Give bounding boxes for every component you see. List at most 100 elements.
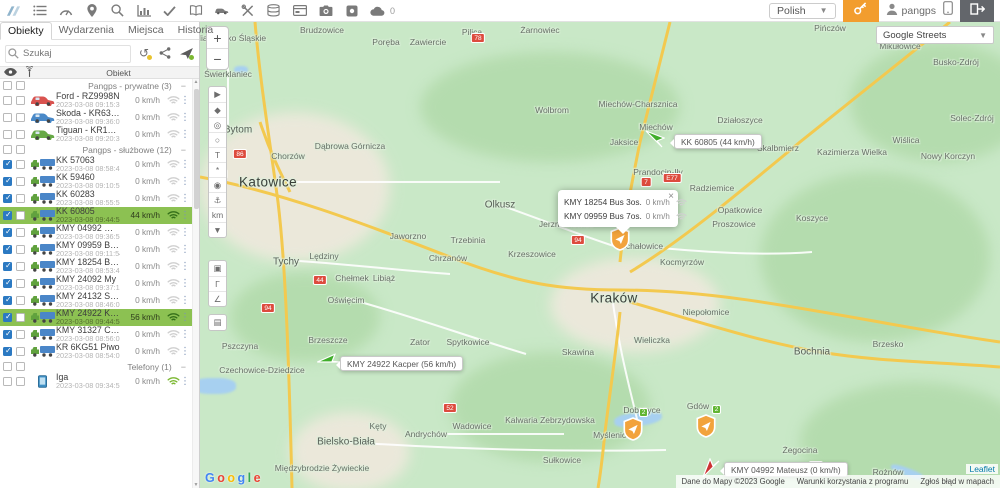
- draw-pin-button[interactable]: ▼: [209, 222, 226, 237]
- follow-checkbox[interactable]: [16, 312, 25, 322]
- group-follow-checkbox[interactable]: [16, 81, 25, 90]
- object-row[interactable]: Tiguan - KR1WJ07 2023-03-08 09:20:32 0 k…: [0, 126, 199, 143]
- view-button[interactable]: ◎: [209, 117, 226, 132]
- row-menu-button[interactable]: ⋮: [180, 376, 190, 387]
- fullscreen-button[interactable]: ▣: [209, 261, 226, 276]
- object-row[interactable]: KK 59460 2023-03-08 09:10:53 0 km/h ⋮: [0, 173, 199, 190]
- object-row[interactable]: KMY 24092 My 2023-03-08 09:37:13 0 km/h …: [0, 275, 199, 292]
- follow-checkbox[interactable]: [16, 376, 25, 386]
- follow-checkbox[interactable]: [16, 227, 25, 237]
- collapse-group-button[interactable]: −: [181, 145, 186, 155]
- row-menu-button[interactable]: ⋮: [180, 244, 190, 255]
- print-button[interactable]: ▤: [209, 315, 226, 330]
- visibility-checkbox[interactable]: [3, 278, 12, 288]
- location-icon[interactable]: [84, 3, 99, 18]
- visibility-checkbox[interactable]: [3, 129, 12, 139]
- popup-vehicle-row[interactable]: KMY 09959 Bus 7os. 0 km/h: [564, 209, 687, 223]
- card-icon[interactable]: [292, 3, 307, 18]
- logbook-icon[interactable]: [188, 3, 203, 18]
- row-menu-button[interactable]: ⋮: [180, 159, 190, 170]
- object-row[interactable]: Skoda - KR639KE 2023-03-08 09:36:01 0 km…: [0, 109, 199, 126]
- object-row[interactable]: Ford - RZ9998N 2023-03-08 09:15:30 0 km/…: [0, 92, 199, 109]
- search-input[interactable]: [5, 44, 131, 63]
- sidebar-tab[interactable]: Historia: [171, 22, 221, 39]
- visibility-checkbox[interactable]: [3, 295, 12, 305]
- visibility-checkbox[interactable]: [3, 112, 12, 122]
- visibility-checkbox[interactable]: [3, 261, 12, 271]
- follow-checkbox[interactable]: [16, 176, 25, 186]
- leaflet-link[interactable]: Leaflet: [966, 464, 998, 474]
- row-menu-button[interactable]: ⋮: [180, 278, 190, 289]
- share-button[interactable]: [157, 45, 173, 61]
- object-row[interactable]: KK 60805 2023-03-08 09:44:56 44 km/h ⋮: [0, 207, 199, 224]
- database-icon[interactable]: [266, 3, 281, 18]
- row-menu-button[interactable]: ⋮: [180, 193, 190, 204]
- objects-list-icon[interactable]: [32, 3, 47, 18]
- visibility-checkbox[interactable]: [3, 159, 12, 169]
- follow-checkbox[interactable]: [16, 278, 25, 288]
- group-visibility-checkbox[interactable]: [3, 145, 12, 154]
- follow-checkbox[interactable]: [16, 261, 25, 271]
- follow-checkbox[interactable]: [16, 244, 25, 254]
- object-row[interactable]: KMY 04992 Mateusz 2023-03-08 09:36:52 0 …: [0, 224, 199, 241]
- row-menu-button[interactable]: ⋮: [180, 176, 190, 187]
- search-icon[interactable]: [110, 3, 125, 18]
- object-row[interactable]: KMY 31327 Combo Pat... 2023-03-08 08:56:…: [0, 326, 199, 343]
- close-icon[interactable]: ×: [668, 191, 674, 202]
- group-visibility-checkbox[interactable]: [3, 81, 12, 90]
- visibility-checkbox[interactable]: [3, 329, 12, 339]
- sidebar-tab[interactable]: Wydarzenia: [52, 22, 121, 39]
- object-row[interactable]: KMY 18254 Bus 3os 2023-03-08 08:53:47 0 …: [0, 258, 199, 275]
- draw-text-button[interactable]: T: [209, 147, 226, 162]
- group-follow-checkbox[interactable]: [16, 145, 25, 154]
- object-row[interactable]: Iga 2023-03-08 09:34:59 0 km/h ⋮: [0, 373, 199, 390]
- locate-button[interactable]: ▶: [209, 87, 226, 102]
- record-icon[interactable]: [344, 3, 359, 18]
- follow-checkbox[interactable]: [16, 193, 25, 203]
- visibility-checkbox[interactable]: [3, 210, 12, 220]
- services-icon[interactable]: [240, 3, 255, 18]
- object-row[interactable]: KMY 09959 Bus 7os. 2023-03-08 09:11:54 0…: [0, 241, 199, 258]
- object-row[interactable]: Pangps - służbowe (12) −: [0, 143, 199, 156]
- follow-checkbox[interactable]: [16, 159, 25, 169]
- collapse-group-button[interactable]: −: [181, 81, 186, 91]
- row-menu-button[interactable]: ⋮: [180, 346, 190, 357]
- group-follow-checkbox[interactable]: [16, 362, 25, 371]
- row-menu-button[interactable]: ⋮: [180, 261, 190, 272]
- draw-circle-button[interactable]: ○: [209, 132, 226, 147]
- vehicle-marker[interactable]: [645, 130, 667, 154]
- visibility-checkbox[interactable]: [3, 244, 12, 254]
- collapse-group-button[interactable]: −: [181, 362, 186, 372]
- dashboard-icon[interactable]: [58, 3, 73, 18]
- object-row[interactable]: KK 60283 2023-03-08 08:55:55 0 km/h ⋮: [0, 190, 199, 207]
- draw-shield-button[interactable]: ◆: [209, 102, 226, 117]
- visibility-checkbox[interactable]: [3, 346, 12, 356]
- visibility-checkbox[interactable]: [3, 176, 12, 186]
- visibility-column-icon[interactable]: [4, 67, 17, 78]
- attribution-terms-link[interactable]: Warunki korzystania z programu: [797, 477, 909, 486]
- sidebar-scrollbar[interactable]: [192, 79, 199, 488]
- follow-checkbox[interactable]: [16, 95, 25, 105]
- tasks-icon[interactable]: [162, 3, 177, 18]
- object-row[interactable]: Telefony (1) −: [0, 360, 199, 373]
- measure-km-button[interactable]: km: [209, 207, 226, 222]
- object-row[interactable]: KR 6KG51 Piwo 2023-03-08 08:54:03 0 km/h…: [0, 343, 199, 360]
- map-layer-select[interactable]: Google Streets ▼: [876, 26, 994, 44]
- photo-button[interactable]: ◉: [209, 177, 226, 192]
- anchor-button[interactable]: ⚓: [209, 192, 226, 207]
- popup-vehicle-row[interactable]: KMY 18254 Bus 3os. 0 km/h: [564, 195, 687, 209]
- row-menu-button[interactable]: ⋮: [180, 210, 190, 221]
- vehicles-icon[interactable]: [214, 3, 229, 18]
- object-row[interactable]: Pangps - prywatne (3) −: [0, 79, 199, 92]
- visibility-checkbox[interactable]: [3, 193, 12, 203]
- zoom-out-button[interactable]: −: [207, 48, 228, 69]
- draw-star-button[interactable]: *: [209, 162, 226, 177]
- row-menu-button[interactable]: ⋮: [180, 112, 190, 123]
- signal-column-icon[interactable]: [25, 65, 34, 79]
- vehicle-marker[interactable]: 2: [695, 405, 721, 438]
- sidebar-tab[interactable]: Obiekty: [0, 22, 52, 40]
- angle-button[interactable]: ∠: [209, 291, 226, 306]
- visibility-checkbox[interactable]: [3, 95, 12, 105]
- object-row[interactable]: KMY 24132 Seba 2023-03-08 08:46:01 0 km/…: [0, 292, 199, 309]
- visibility-checkbox[interactable]: [3, 312, 12, 322]
